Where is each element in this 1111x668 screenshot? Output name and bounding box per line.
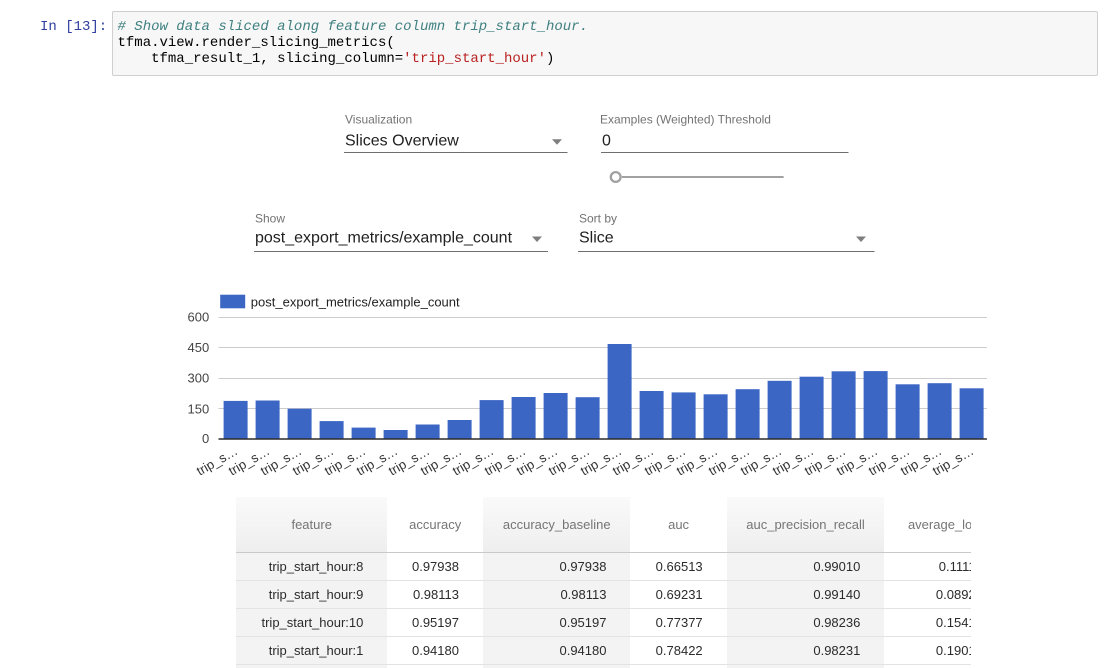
svg-text:300: 300 <box>187 371 209 386</box>
svg-text:450: 450 <box>187 340 209 355</box>
svg-text:post_export_metrics/example_co: post_export_metrics/example_count <box>255 230 513 247</box>
svg-text:Show: Show <box>255 212 285 226</box>
svg-text:0: 0 <box>202 431 209 446</box>
svg-text:Visualization: Visualization <box>345 113 412 127</box>
svg-text:post_export_metrics/example_co: post_export_metrics/example_count <box>251 294 460 309</box>
svg-text:150: 150 <box>187 401 209 416</box>
svg-text:Slices Overview: Slices Overview <box>345 133 459 150</box>
svg-text:600: 600 <box>187 310 209 325</box>
svg-text:Examples (Weighted) Threshold: Examples (Weighted) Threshold <box>600 113 771 127</box>
svg-text:Sort by: Sort by <box>579 212 617 226</box>
svg-text:Slice: Slice <box>579 230 614 247</box>
svg-text:0: 0 <box>602 133 611 150</box>
